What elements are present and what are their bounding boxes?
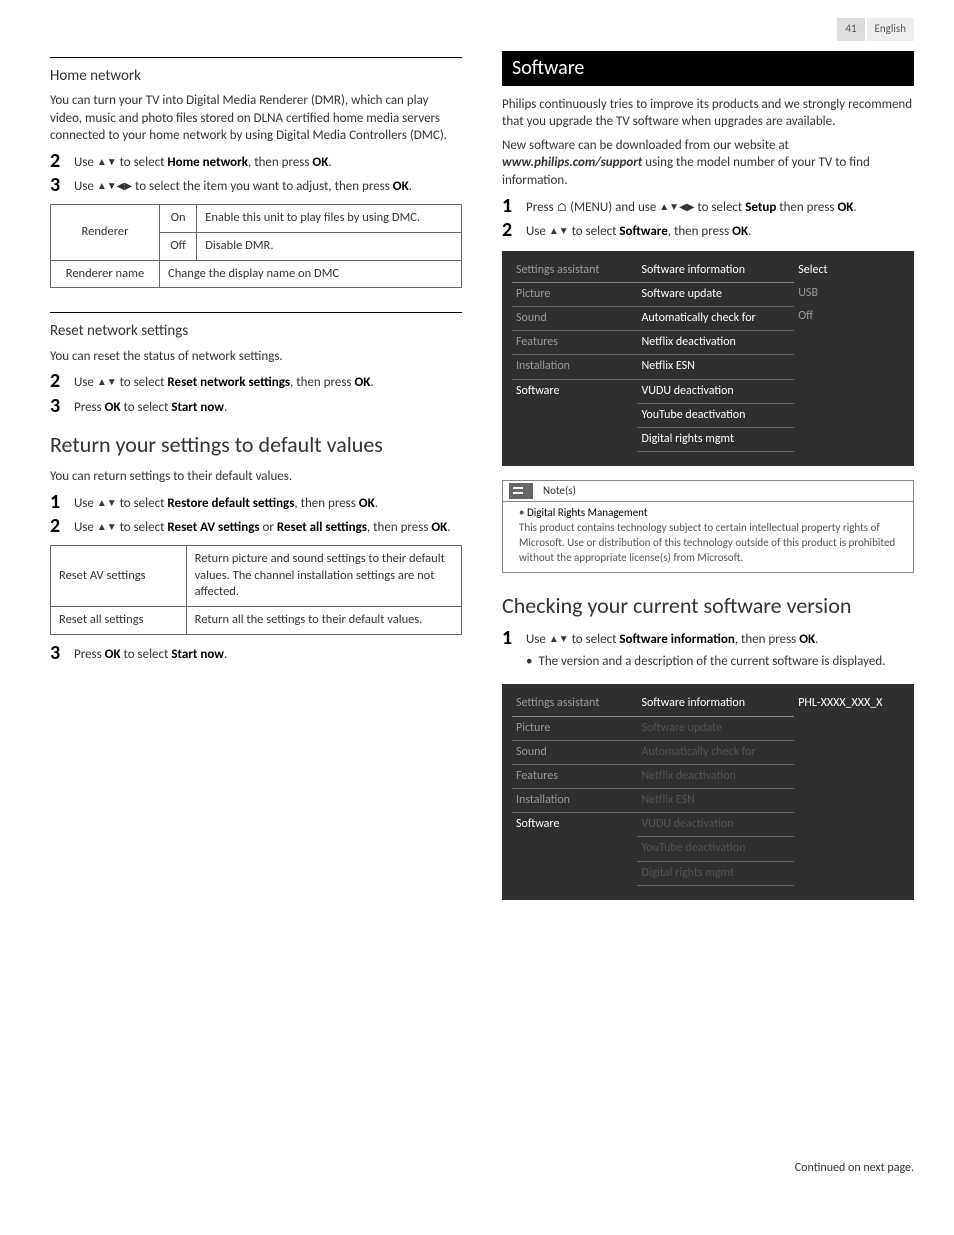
return-def-step-2: 2 Use ▲▼ to select Reset AV settings or … (50, 516, 462, 537)
home-net-step-2: 2 Use ▲▼ to select Home network, then pr… (50, 151, 462, 172)
up-down-icon: ▲▼ (549, 632, 569, 645)
reset-network-heading: Reset network settings (50, 321, 462, 341)
home-net-step-3: 3 Use ▲▼◀▶ to select the item you want t… (50, 175, 462, 196)
up-down-icon: ▲▼ (97, 375, 117, 388)
table-cell: On (160, 204, 197, 232)
software-step-1: 1 Press ⌂ (MENU) and use ▲▼◀▶ to select … (502, 196, 914, 217)
table-cell: Reset AV settings (51, 545, 187, 607)
home-network-intro: You can turn your TV into Digital Media … (50, 92, 462, 145)
page-header: 41English (50, 18, 914, 41)
up-down-icon: ▲▼ (97, 496, 117, 509)
software-intro: Philips continuously tries to improve it… (502, 96, 914, 131)
continued-footer: Continued on next page. (502, 1160, 914, 1176)
reset-net-step-3: 3 Press OK to select Start now. (50, 396, 462, 417)
check-version-heading: Checking your current software version (502, 591, 914, 621)
notes-box: Note(s) • Digital Rights Management This… (502, 480, 914, 572)
table-cell: Enable this unit to play files by using … (197, 204, 462, 232)
reset-network-intro: You can reset the status of network sett… (50, 348, 462, 366)
software-heading: Software (502, 51, 914, 86)
nav-arrows-icon: ▲▼◀▶ (659, 200, 694, 213)
table-cell: Renderer name (51, 260, 160, 288)
return-def-step-3: 3 Press OK to select Start now. (50, 643, 462, 664)
home-network-heading: Home network (50, 66, 462, 86)
page-number: 41 (837, 18, 864, 41)
table-cell: Return all the settings to their default… (186, 607, 461, 635)
tv-menu-screenshot-2: Settings assistant Picture Sound Feature… (502, 684, 914, 900)
up-down-icon: ▲▼ (549, 224, 569, 237)
up-down-icon: ▲▼ (97, 520, 117, 533)
table-cell: Renderer (51, 204, 160, 260)
return-defaults-intro: You can return settings to their default… (50, 468, 462, 486)
table-cell: Disable DMR. (197, 232, 462, 260)
reset-settings-table: Reset AV settings Return picture and sou… (50, 545, 462, 636)
table-cell: Off (160, 232, 197, 260)
tv-menu-screenshot-1: Settings assistant Picture Sound Feature… (502, 251, 914, 467)
page-language: English (867, 18, 914, 41)
table-cell: Reset all settings (51, 607, 187, 635)
software-download: New software can be downloaded from our … (502, 137, 914, 190)
right-column: Software Philips continuously tries to i… (502, 51, 914, 1176)
left-column: Home network You can turn your TV into D… (50, 51, 462, 1176)
software-step-2: 2 Use ▲▼ to select Software, then press … (502, 220, 914, 241)
up-down-icon: ▲▼ (97, 155, 117, 168)
note-icon (509, 483, 533, 499)
renderer-table: Renderer On Enable this unit to play fil… (50, 204, 462, 289)
home-icon: ⌂ (557, 201, 568, 215)
return-defaults-heading: Return your settings to default values (50, 430, 462, 460)
check-ver-step-1: 1 Use ▲▼ to select Software information,… (502, 628, 914, 674)
return-def-step-1: 1 Use ▲▼ to select Restore default setti… (50, 492, 462, 513)
table-cell: Change the display name on DMC (160, 260, 462, 288)
table-cell: Return picture and sound settings to the… (186, 545, 461, 607)
nav-arrows-icon: ▲▼◀▶ (97, 179, 132, 192)
reset-net-step-2: 2 Use ▲▼ to select Reset network setting… (50, 371, 462, 392)
note-label: Note(s) (543, 484, 576, 499)
